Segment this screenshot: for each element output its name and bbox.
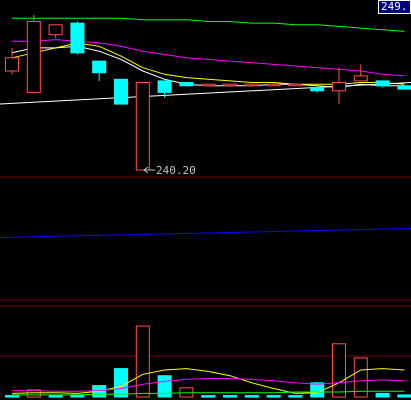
volume-bar [223,395,237,398]
panel-dividers [0,176,411,357]
candle-body [332,82,346,92]
volume-bar [5,395,19,398]
middle-indicator [0,228,411,238]
volume-panel [5,325,411,398]
candle-body [70,22,85,54]
candle-body [310,87,325,92]
candle-body [244,83,259,87]
candle-body [353,75,368,82]
volume-bar [332,343,346,398]
candle-body [201,83,216,87]
candlesticks [5,14,411,171]
volume-bar [375,392,390,398]
middle-indicator-line [0,228,411,238]
stock-chart: 240.20 [0,14,411,398]
candle-body [288,83,303,87]
low-price-label: 240.20 [156,164,196,177]
candle-body [135,82,150,171]
candle-body [266,83,281,87]
candle-body [375,80,390,87]
candle-body [179,82,194,87]
volume-bar [48,395,63,398]
volume-bar [266,395,281,398]
chart-stage: 240.20 249. [0,0,411,400]
volume-bar [288,395,303,398]
volume-bar [135,325,150,398]
volume-bar [397,394,411,398]
candle-body [92,60,107,74]
low-price-marker: 240.20 [143,164,196,177]
candle-body [48,24,63,36]
candle-body [114,78,128,105]
candle-body [397,85,411,90]
current-price-badge: 249. [378,0,411,14]
volume-bar [310,382,325,398]
candle-body [5,57,19,72]
volume-bar [244,395,259,398]
candle-body [26,21,41,93]
candle-body [157,80,172,93]
volume-bar [114,368,128,398]
volume-bar [201,395,216,398]
candle-body [223,83,237,87]
